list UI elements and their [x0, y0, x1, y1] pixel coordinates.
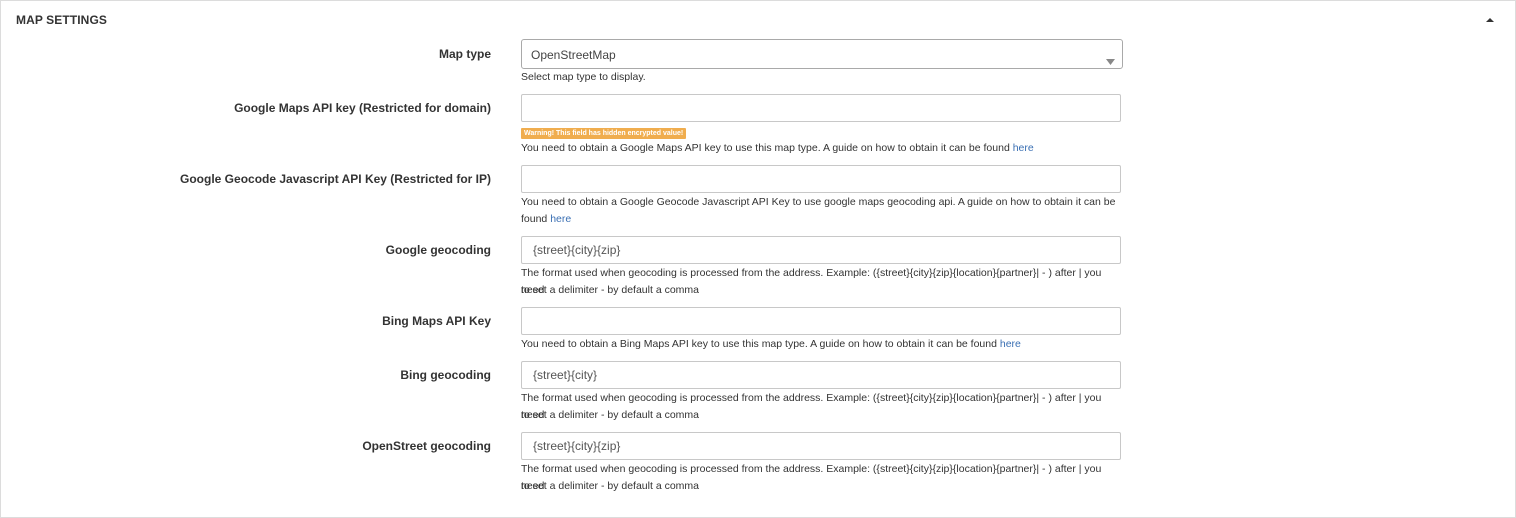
- caret-up-icon[interactable]: [1485, 15, 1495, 25]
- bing-geocoding-input[interactable]: [522, 362, 1120, 388]
- openstreet-geocoding-field[interactable]: [521, 432, 1121, 460]
- openstreet-geocoding-label: OpenStreet geocoding: [362, 439, 491, 453]
- panel-title: MAP SETTINGS: [16, 13, 107, 27]
- openstreet-geocoding-input[interactable]: [522, 433, 1120, 459]
- google-geocoding-label: Google geocoding: [385, 243, 491, 257]
- google-geocode-key-input[interactable]: [522, 166, 1120, 192]
- google-geocode-key-field[interactable]: [521, 165, 1121, 193]
- bing-geocoding-help-line2: to set a delimiter - by default a comma: [521, 409, 699, 421]
- map-type-selected-value: OpenStreetMap: [531, 48, 616, 62]
- map-type-help: Select map type to display.: [521, 71, 646, 83]
- bing-geocoding-field[interactable]: [521, 361, 1121, 389]
- google-geocode-key-help-found: found: [521, 213, 548, 225]
- bing-maps-key-guide-link[interactable]: here: [1000, 338, 1021, 350]
- bing-geocoding-label: Bing geocoding: [400, 368, 491, 382]
- bing-maps-key-help-text: You need to obtain a Bing Maps API key t…: [521, 338, 997, 350]
- bing-maps-key-field[interactable]: [521, 307, 1121, 335]
- bing-maps-key-help: You need to obtain a Bing Maps API key t…: [521, 336, 1121, 353]
- panel-header[interactable]: MAP SETTINGS: [1, 1, 1515, 37]
- google-maps-key-help-text: You need to obtain a Google Maps API key…: [521, 142, 1010, 154]
- google-geocode-key-help-line1: You need to obtain a Google Geocode Java…: [521, 196, 1116, 208]
- map-type-select[interactable]: OpenStreetMap: [521, 39, 1123, 69]
- google-maps-key-help: You need to obtain a Google Maps API key…: [521, 140, 1121, 157]
- google-geocoding-field[interactable]: [521, 236, 1121, 264]
- map-settings-panel: MAP SETTINGS Map type OpenStreetMap Sele…: [0, 0, 1516, 518]
- bing-maps-key-label: Bing Maps API Key: [382, 314, 491, 328]
- openstreet-geocoding-help-line2: to set a delimiter - by default a comma: [521, 480, 699, 492]
- google-geocoding-input[interactable]: [522, 237, 1120, 263]
- google-maps-key-input[interactable]: [522, 95, 1120, 121]
- google-maps-key-guide-link[interactable]: here: [1013, 142, 1034, 154]
- google-maps-key-label: Google Maps API key (Restricted for doma…: [234, 101, 491, 115]
- map-type-label: Map type: [438, 47, 491, 61]
- google-geocode-key-label: Google Geocode Javascript API Key (Restr…: [180, 172, 491, 186]
- encrypted-warning-badge: Warning! This field has hidden encrypted…: [521, 128, 687, 139]
- google-geocoding-help-line2: to set a delimiter - by default a comma: [521, 284, 699, 296]
- bing-maps-key-input[interactable]: [522, 308, 1120, 334]
- google-geocode-key-help-line2: found here: [521, 211, 1121, 228]
- google-maps-key-field[interactable]: [521, 94, 1121, 122]
- chevron-down-icon: [1106, 52, 1115, 65]
- google-geocode-key-guide-link[interactable]: here: [550, 213, 571, 225]
